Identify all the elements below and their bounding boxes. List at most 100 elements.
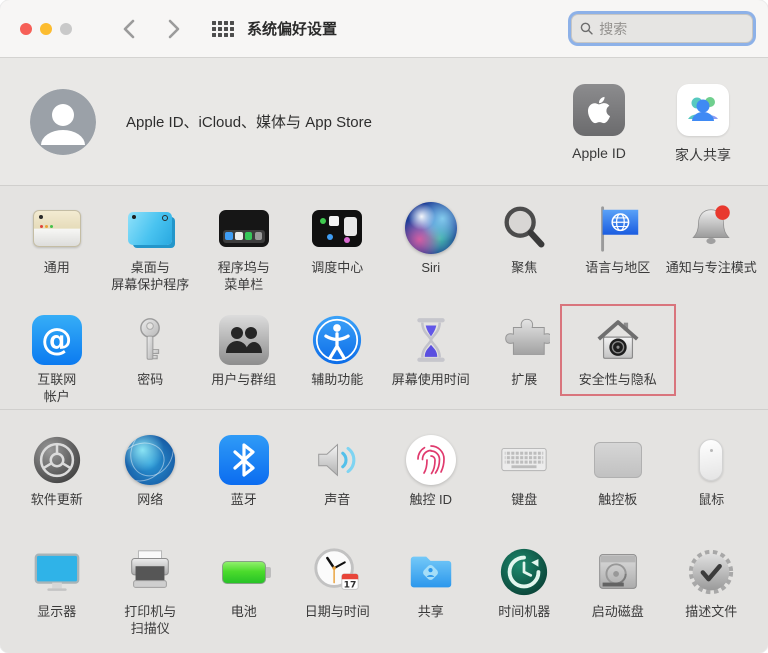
- pref-passwords[interactable]: 密码: [104, 298, 198, 410]
- time-machine-icon: [498, 543, 550, 601]
- empty-cell: [665, 298, 759, 410]
- user-avatar[interactable]: [30, 88, 96, 155]
- network-globe-icon: [125, 431, 176, 489]
- spotlight-magnifier-icon: [498, 199, 550, 257]
- puzzle-piece-icon: [498, 311, 551, 369]
- key-icon: [124, 311, 176, 369]
- pref-spotlight[interactable]: 聚焦: [478, 186, 572, 298]
- pref-profiles[interactable]: 描述文件: [665, 530, 759, 642]
- pref-label: 时间机器: [498, 604, 551, 619]
- pref-general[interactable]: 通用: [10, 186, 104, 298]
- pref-security-privacy[interactable]: 安全性与隐私: [560, 298, 676, 410]
- pref-internet-accounts[interactable]: @ 互联网 帐户: [10, 298, 104, 410]
- window-title: 系统偏好设置: [247, 21, 338, 38]
- pref-date-time[interactable]: 17 日期与时间: [291, 530, 385, 642]
- pref-label: 屏幕使用时间: [391, 372, 470, 387]
- pref-label: 日期与时间: [304, 604, 370, 619]
- trackpad-icon: [593, 431, 642, 489]
- pref-trackpad[interactable]: 触控板: [571, 418, 665, 530]
- pref-label: 桌面与 屏幕保护程序: [111, 260, 190, 292]
- pref-row-2: @ 互联网 帐户 密码 用户与群组 辅助功能 屏幕使用时间 扩展 安全性与隐私: [0, 298, 768, 410]
- shortcut-label: 家人共享: [675, 147, 731, 163]
- chevron-left-icon: [123, 19, 134, 38]
- pref-sharing[interactable]: 共享: [384, 530, 478, 642]
- pref-label: 通知与专注模式: [665, 260, 757, 275]
- shared-folder-icon: [405, 543, 457, 601]
- search-input[interactable]: [599, 20, 744, 37]
- accessibility-icon: [311, 311, 363, 369]
- pref-dock-menubar[interactable]: 程序坞与 菜单栏: [197, 186, 291, 298]
- pref-software-update[interactable]: 软件更新: [10, 418, 104, 530]
- search-field[interactable]: [571, 14, 753, 43]
- pref-label: 描述文件: [685, 604, 738, 619]
- notification-bell-icon: [685, 199, 737, 257]
- pref-label: 互联网 帐户: [37, 372, 77, 404]
- pref-keyboard[interactable]: 键盘: [478, 418, 572, 530]
- general-window-icon: [32, 199, 81, 257]
- family-sharing-shortcut[interactable]: 家人共享: [664, 84, 742, 165]
- mission-control-icon: [312, 199, 363, 257]
- pref-desktop-screensaver[interactable]: 桌面与 屏幕保护程序: [104, 186, 198, 298]
- apple-id-shortcut[interactable]: Apple ID: [560, 84, 638, 165]
- pref-row-4: 显示器 打印机与 扫描仪 电池 17 日期与时间 共享 时间机器 启动磁盘 描述…: [0, 530, 768, 642]
- traffic-lights: [20, 22, 72, 35]
- pref-label: 鼠标: [698, 492, 725, 507]
- shortcut-label: Apple ID: [572, 145, 626, 161]
- pref-label: 安全性与隐私: [578, 372, 657, 387]
- pref-label: 扩展: [511, 372, 538, 387]
- fingerprint-icon: [405, 431, 456, 489]
- pref-users-groups[interactable]: 用户与群组: [197, 298, 291, 410]
- pref-extensions[interactable]: 扩展: [478, 298, 572, 410]
- titlebar: 系统偏好设置: [0, 0, 768, 58]
- pref-siri[interactable]: Siri: [384, 186, 478, 298]
- show-all-grid-icon[interactable]: [212, 20, 234, 37]
- battery-icon: [221, 543, 271, 601]
- pref-label: 调度中心: [311, 260, 364, 275]
- pref-displays[interactable]: 显示器: [10, 530, 104, 642]
- desktop-screensaver-icon: [128, 199, 173, 257]
- pref-row-3: 软件更新 网络 蓝牙 声音 触控 ID 键盘 触控板 鼠标: [0, 418, 768, 530]
- pref-mission-control[interactable]: 调度中心: [291, 186, 385, 298]
- pref-battery[interactable]: 电池: [197, 530, 291, 642]
- pref-label: 通用: [43, 260, 70, 275]
- pref-network[interactable]: 网络: [104, 418, 198, 530]
- users-groups-icon: [218, 311, 269, 369]
- back-button[interactable]: [116, 17, 140, 41]
- siri-orb-icon: [404, 199, 457, 257]
- display-monitor-icon: [31, 543, 83, 601]
- calendar-day-text: 17: [344, 580, 357, 590]
- pref-screen-time[interactable]: 屏幕使用时间: [384, 298, 478, 410]
- forward-button[interactable]: [162, 17, 186, 41]
- pref-label: 共享: [417, 604, 444, 619]
- language-flag-icon: [592, 199, 644, 257]
- pref-label: 声音: [324, 492, 351, 507]
- pref-sound[interactable]: 声音: [291, 418, 385, 530]
- pref-printers-scanners[interactable]: 打印机与 扫描仪: [104, 530, 198, 642]
- pref-label: Siri: [421, 260, 441, 275]
- pref-accessibility[interactable]: 辅助功能: [291, 298, 385, 410]
- pref-mouse[interactable]: 鼠标: [665, 418, 759, 530]
- pref-bluetooth[interactable]: 蓝牙: [197, 418, 291, 530]
- pref-label: 用户与群组: [211, 372, 277, 387]
- pref-notifications-focus[interactable]: 通知与专注模式: [665, 186, 759, 298]
- bluetooth-icon: [218, 431, 269, 489]
- pref-startup-disk[interactable]: 启动磁盘: [571, 530, 665, 642]
- pref-label: 软件更新: [30, 492, 83, 507]
- preferences-grid-bottom: 软件更新 网络 蓝牙 声音 触控 ID 键盘 触控板 鼠标 显示器 打印机与 扫…: [0, 410, 768, 652]
- pref-touch-id[interactable]: 触控 ID: [384, 418, 478, 530]
- zoom-button-disabled: [60, 22, 72, 35]
- keyboard-icon: [498, 431, 550, 489]
- mouse-icon: [699, 431, 724, 489]
- dock-menubar-icon: [218, 199, 269, 257]
- pref-label: 密码: [137, 372, 164, 387]
- pref-time-machine[interactable]: 时间机器: [478, 530, 572, 642]
- pref-language-region[interactable]: 语言与地区: [571, 186, 665, 298]
- pref-label: 程序坞与 菜单栏: [217, 260, 270, 292]
- pref-label: 键盘: [511, 492, 538, 507]
- pref-label: 显示器: [37, 604, 77, 619]
- close-button[interactable]: [20, 22, 32, 35]
- search-icon: [580, 22, 593, 35]
- pref-label: 启动磁盘: [591, 604, 644, 619]
- minimize-button[interactable]: [40, 22, 52, 35]
- pref-label: 触控板: [598, 492, 638, 507]
